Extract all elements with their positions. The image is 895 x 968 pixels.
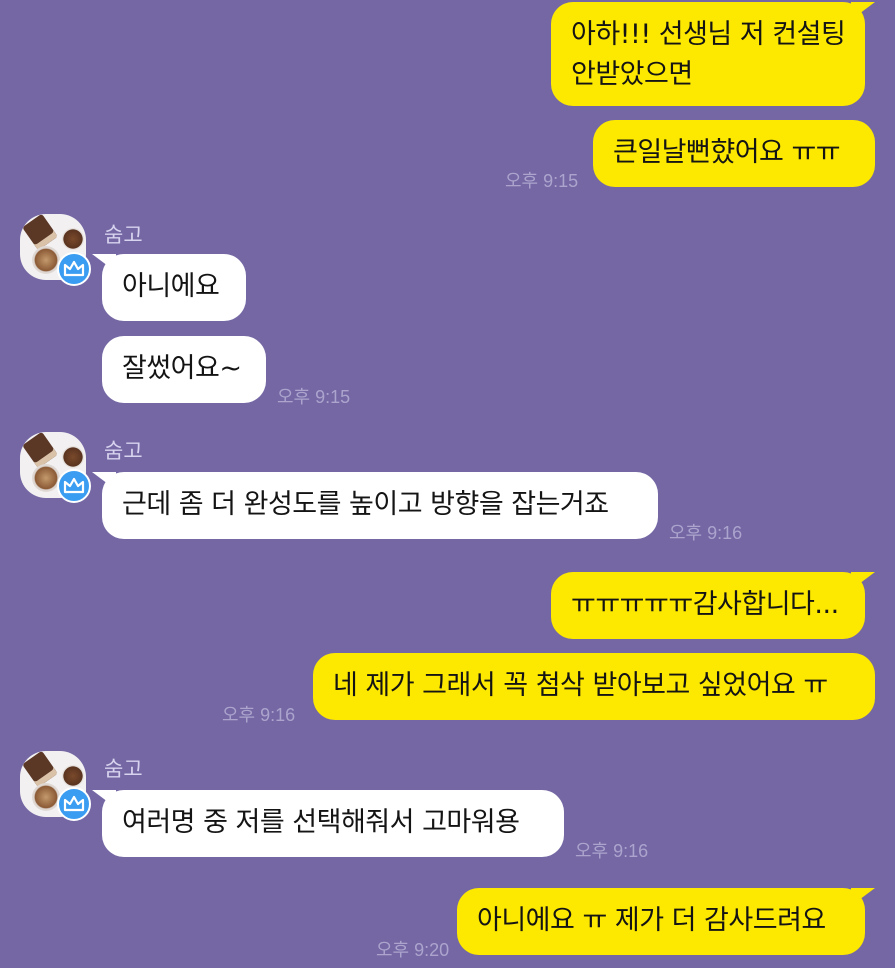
avatar-cake [22, 432, 58, 469]
message-text: 여러명 중 저를 선택해줘서 고마워용 [122, 807, 520, 838]
avatar-cup [62, 765, 84, 787]
avatar-coffee [32, 246, 60, 274]
message-time: 오후 9:15 [505, 171, 579, 191]
message-text: 아하!!! 선생님 저 컨설팅 [571, 19, 846, 50]
avatar-coffee [32, 783, 60, 811]
message-text: 근데 좀 더 완성도를 높이고 방향을 잡는거죠 [122, 489, 609, 520]
my-message-bubble[interactable]: 네 제가 그래서 꼭 첨삭 받아보고 싶었어요 ㅠ [313, 653, 875, 720]
avatar-coffee [32, 464, 60, 492]
sender-name: 숨고 [104, 757, 143, 781]
my-message-bubble[interactable]: 아하!!! 선생님 저 컨설팅 안받았으면 [551, 2, 875, 106]
message-time: 오후 9:16 [669, 523, 743, 543]
message-text: 안받았으면 [571, 59, 693, 90]
their-message-bubble[interactable]: 근데 좀 더 완성도를 높이고 방향을 잡는거죠 [92, 472, 658, 539]
message-time: 오후 9:16 [575, 841, 649, 861]
avatar-cake [22, 751, 58, 788]
message-text: 큰일날뻔햤어요 ㅠㅠ [613, 137, 841, 168]
avatar-cup [62, 228, 84, 250]
sender-name: 숨고 [104, 223, 143, 247]
crown-badge-icon [57, 252, 91, 286]
avatar-cup [62, 446, 84, 468]
message-text: 잘썼어요~ [122, 353, 242, 384]
their-message-bubble[interactable]: 여러명 중 저를 선택해줘서 고마워용 [92, 790, 564, 857]
avatar-cake [22, 214, 58, 251]
sender-name: 숨고 [104, 439, 143, 463]
their-message-bubble[interactable]: 잘썼어요~ [102, 336, 266, 403]
message-time: 오후 9:16 [222, 705, 296, 725]
message-text: ㅠㅠㅠㅠㅠ감사합니다... [571, 589, 839, 620]
crown-badge-icon [57, 469, 91, 503]
crown-badge-icon [57, 787, 91, 821]
message-time: 오후 9:20 [376, 940, 450, 960]
my-message-bubble[interactable]: 큰일날뻔햤어요 ㅠㅠ [593, 120, 875, 187]
my-message-bubble[interactable]: 아니에요 ㅠ 제가 더 감사드려요 [457, 888, 875, 955]
message-text: 아니에요 [122, 271, 220, 302]
chat-area[interactable]: 아하!!! 선생님 저 컨설팅 안받았으면 큰일날뻔햤어요 ㅠㅠ 오후 9:15… [0, 0, 895, 968]
message-text: 아니에요 ㅠ 제가 더 감사드려요 [477, 905, 826, 936]
their-message-bubble[interactable]: 아니에요 [92, 254, 246, 321]
message-text: 네 제가 그래서 꼭 첨삭 받아보고 싶었어요 ㅠ [333, 670, 828, 701]
message-time: 오후 9:15 [277, 387, 351, 407]
my-message-bubble[interactable]: ㅠㅠㅠㅠㅠ감사합니다... [551, 572, 875, 639]
